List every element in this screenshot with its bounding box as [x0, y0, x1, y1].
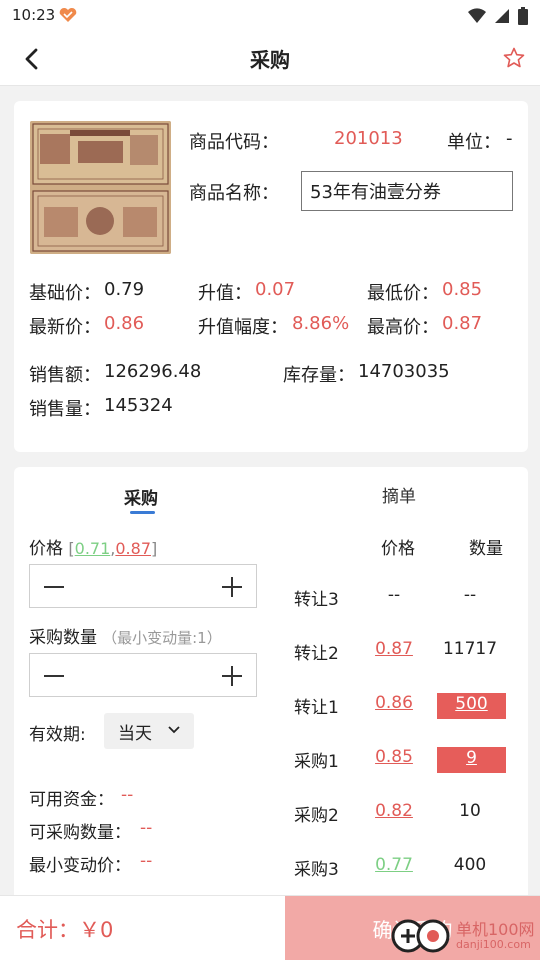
bracket-close: ]	[151, 539, 158, 558]
product-info-card: 商品代码： 201013 单位： - 商品名称： 53年有油壹分券 基础价： 0…	[14, 101, 528, 452]
product-name-label: 商品名称：	[189, 183, 279, 204]
price-range-label: 价格 [0.71,0.87]	[29, 534, 157, 559]
low-price: 0.85	[442, 279, 483, 300]
orderbook-row-price[interactable]: 0.77	[364, 855, 424, 875]
orderbook-row-label: 采购1	[294, 752, 339, 772]
qty-stepper[interactable]	[29, 653, 257, 697]
orderbook-row-qty: 11717	[442, 639, 498, 659]
orderbook-row-qty-highlight[interactable]: 9	[437, 747, 506, 773]
min-price-label: 最小变动价：	[29, 856, 131, 876]
minus-icon[interactable]	[42, 575, 66, 599]
stock-label: 库存量：	[283, 365, 355, 386]
favorite-star-icon[interactable]	[502, 46, 526, 70]
watermark-sub: danji100.com	[456, 937, 531, 951]
price-range-low[interactable]: 0.71	[75, 539, 111, 558]
qty-label: 采购数量	[29, 628, 97, 648]
low-price-label: 最低价：	[367, 283, 439, 304]
orderbook-row-price[interactable]: 0.85	[364, 747, 424, 767]
orderbook-row-label: 采购3	[294, 860, 339, 880]
product-code: 201013	[334, 128, 403, 149]
buyable-value: --	[140, 818, 153, 838]
plus-icon[interactable]	[220, 664, 244, 688]
latest-price-label: 最新价：	[29, 317, 101, 338]
system-icons	[468, 7, 528, 25]
minus-icon[interactable]	[42, 664, 66, 688]
orderbook-qty-header: 数量	[469, 539, 503, 559]
orderbook-row-qty: 10	[459, 801, 481, 821]
watermark: 单机100网 danji100.com	[390, 918, 535, 954]
funds-value: --	[121, 785, 134, 805]
rise-label: 升值：	[198, 283, 252, 304]
validity-dropdown[interactable]: 当天	[104, 713, 194, 749]
price-stepper[interactable]	[29, 564, 257, 608]
unit-value: -	[506, 128, 513, 149]
plus-icon[interactable]	[220, 575, 244, 599]
rise-pct-label: 升值幅度：	[198, 317, 288, 338]
high-price: 0.87	[442, 313, 483, 334]
stock-value: 14703035	[358, 361, 450, 382]
rise-pct: 8.86%	[292, 313, 350, 334]
nav-bar: 采购	[0, 32, 540, 86]
sales-qty-label: 销售量：	[29, 399, 101, 420]
watermark-logo-icon	[391, 919, 450, 953]
page-title: 采购	[250, 48, 290, 72]
validity-label: 有效期:	[29, 725, 86, 745]
min-change-note: （最小变动量:1）	[102, 629, 222, 647]
banknote-image	[30, 121, 171, 254]
total-amount: 合计：￥0	[16, 918, 114, 942]
product-code-label: 商品代码：	[189, 132, 279, 153]
orderbook-row-price[interactable]: 0.86	[364, 693, 424, 713]
base-price-label: 基础价：	[29, 283, 101, 304]
unit-label: 单位：	[447, 132, 501, 153]
price-label: 价格	[29, 539, 63, 559]
chevron-down-icon	[168, 726, 180, 734]
status-bar: 10:23	[0, 0, 540, 32]
orderbook-row-label: 采购2	[294, 806, 339, 826]
orderbook-row-price[interactable]: 0.87	[364, 639, 424, 659]
product-name-field[interactable]: 53年有油壹分券	[301, 171, 513, 211]
signal-icon	[495, 9, 509, 23]
qty-label-row: 采购数量 （最小变动量:1）	[29, 623, 222, 648]
orderbook-row-price: --	[387, 585, 401, 605]
orderbook-row-qty: --	[463, 585, 477, 605]
funds-label: 可用资金：	[29, 790, 114, 810]
tab-purchase[interactable]: 采购	[124, 484, 158, 509]
orderbook-row-price[interactable]: 0.82	[364, 801, 424, 821]
status-time: 10:23	[12, 6, 56, 24]
orderbook-row-qty-highlight[interactable]: 500	[437, 693, 506, 719]
buyable-label: 可采购数量：	[29, 823, 131, 843]
battery-icon	[518, 7, 528, 25]
orderbook-row-qty: 400	[453, 855, 487, 875]
price-range-high[interactable]: 0.87	[115, 539, 151, 558]
app-heart-icon	[58, 7, 78, 27]
orderbook-row-label: 转让1	[294, 698, 339, 718]
validity-value: 当天	[118, 724, 152, 744]
base-price: 0.79	[104, 279, 145, 300]
tab-active-indicator	[130, 511, 155, 514]
trade-card: 采购 摘单 价格 [0.71,0.87] 采购数量 （最小变动量:1） 有效期:…	[14, 467, 528, 895]
high-price-label: 最高价：	[367, 317, 439, 338]
orderbook-row-label: 转让2	[294, 644, 339, 664]
rise-value: 0.07	[255, 279, 296, 300]
sales-qty: 145324	[104, 395, 173, 416]
min-price-value: --	[140, 851, 153, 871]
tab-order[interactable]: 摘单	[382, 482, 416, 507]
watermark-text: 单机100网	[456, 919, 535, 939]
sales-amount-label: 销售额：	[29, 365, 101, 386]
wifi-icon	[468, 8, 486, 23]
orderbook-price-header: 价格	[381, 539, 415, 559]
orderbook-row-label: 转让3	[294, 590, 339, 610]
sales-amount: 126296.48	[104, 361, 202, 382]
latest-price: 0.86	[104, 313, 145, 334]
